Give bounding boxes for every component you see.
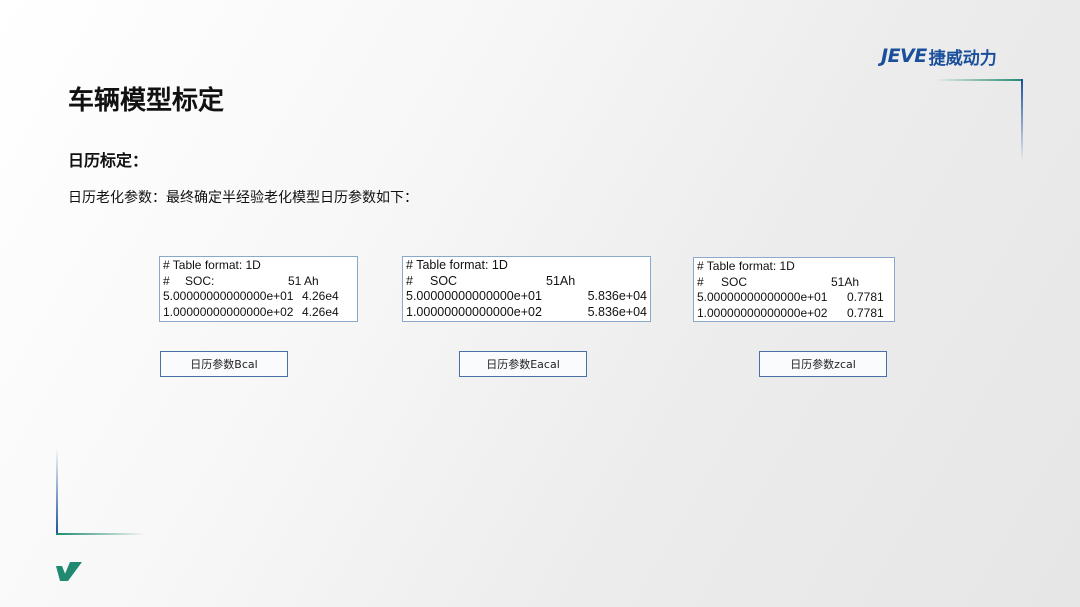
table-row: 1.00000000000000e+02 5.836e+04 xyxy=(406,305,647,321)
row-value: 0.7781 xyxy=(847,305,884,320)
slide: JEVE 捷威动力 车辆模型标定 日历标定： 日历老化参数：最终确定半经验老化模… xyxy=(0,0,1080,607)
column-label: SOC: xyxy=(185,273,215,288)
table-row: 5.00000000000000e+01 4.26e4 xyxy=(163,289,354,305)
row-x-value: 5.00000000000000e+01 xyxy=(163,289,294,303)
row-x-value: 1.00000000000000e+02 xyxy=(406,304,542,319)
row-x-value: 1.00000000000000e+02 xyxy=(697,305,828,320)
decor-line-bottom xyxy=(56,533,146,535)
row-value: 5.836e+04 xyxy=(587,304,647,319)
table-header-line: # Table format: 1D xyxy=(163,258,354,274)
caption-zcal: 日历参数zcal xyxy=(759,351,887,377)
table-format-text: # Table format: 1D xyxy=(406,258,508,272)
table-row: 5.00000000000000e+01 5.836e+04 xyxy=(406,289,647,305)
section-title: 日历标定： xyxy=(68,151,149,170)
table-column-line: # SOC: 51 Ah xyxy=(163,274,354,290)
decor-line-right xyxy=(1021,79,1023,161)
table-row: 1.00000000000000e+02 4.26e4 xyxy=(163,305,354,321)
decor-line-left xyxy=(56,448,58,535)
logo-chinese-text: 捷威动力 xyxy=(928,48,997,69)
row-value: 4.26e4 xyxy=(302,304,339,319)
table-header-line: # Table format: 1D xyxy=(697,259,891,275)
brand-logo: JEVE 捷威动力 xyxy=(881,44,997,69)
row-x-value: 1.00000000000000e+02 xyxy=(163,304,294,319)
row-value: 0.7781 xyxy=(847,290,884,304)
row-value: 5.836e+04 xyxy=(587,289,647,303)
decor-line-top xyxy=(935,79,1023,81)
column-label: SOC xyxy=(721,274,748,289)
column-value-label: 51Ah xyxy=(546,273,576,288)
logo-latin-text: JEVE xyxy=(881,45,927,67)
hash-symbol: # xyxy=(163,273,170,288)
table-format-text: # Table format: 1D xyxy=(163,258,261,272)
column-value-label: 51Ah xyxy=(831,274,860,289)
hash-symbol: # xyxy=(697,274,704,289)
param-table-bcal: # Table format: 1D # SOC: 51 Ah 5.000000… xyxy=(159,256,358,322)
page-title: 车辆模型标定 xyxy=(68,86,225,116)
table-format-text: # Table format: 1D xyxy=(697,259,795,273)
table-header-line: # Table format: 1D xyxy=(406,258,647,274)
table-column-line: # SOC 51Ah xyxy=(697,275,891,291)
param-table-eacal: # Table format: 1D # SOC 51Ah 5.00000000… xyxy=(402,256,651,322)
description-text: 日历老化参数：最终确定半经验老化模型日历参数如下： xyxy=(68,190,418,206)
column-value-label: 51 Ah xyxy=(288,273,319,288)
caption-bcal: 日历参数Bcal xyxy=(160,351,288,377)
table-column-line: # SOC 51Ah xyxy=(406,274,647,290)
table-row: 5.00000000000000e+01 0.7781 xyxy=(697,290,891,306)
row-value: 4.26e4 xyxy=(302,289,339,303)
jeve-check-mark-icon xyxy=(56,562,82,581)
table-row: 1.00000000000000e+02 0.7781 xyxy=(697,306,891,322)
caption-eacal: 日历参数Eacal xyxy=(459,351,587,377)
param-table-zcal: # Table format: 1D # SOC 51Ah 5.00000000… xyxy=(693,257,895,322)
row-x-value: 5.00000000000000e+01 xyxy=(697,290,828,304)
column-label: SOC xyxy=(430,273,458,288)
hash-symbol: # xyxy=(406,273,413,288)
row-x-value: 5.00000000000000e+01 xyxy=(406,289,542,303)
